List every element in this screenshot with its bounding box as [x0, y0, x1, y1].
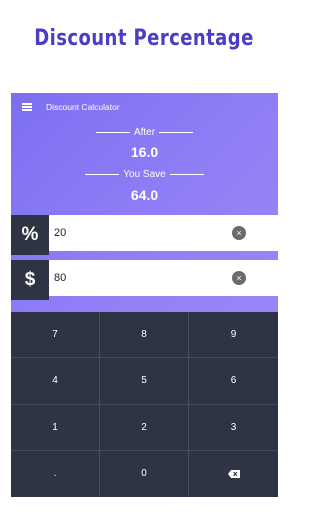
divider-line: [159, 132, 194, 133]
percent-icon: %: [11, 215, 49, 255]
key-4[interactable]: 4: [11, 358, 100, 405]
after-label-row: After: [11, 127, 278, 138]
divider-line: [85, 174, 120, 175]
price-field[interactable]: 80 ×: [49, 260, 278, 296]
backspace-icon: [227, 469, 240, 478]
divider-line: [169, 174, 204, 175]
key-decimal[interactable]: .: [11, 450, 100, 497]
key-9[interactable]: 9: [189, 312, 278, 359]
you-save-value: 64.0: [130, 187, 159, 203]
key-7[interactable]: 7: [11, 312, 100, 359]
divider-line: [95, 132, 130, 133]
results-panel: Discount Calculator After 16.0 You Save …: [11, 93, 278, 312]
key-2[interactable]: 2: [100, 404, 189, 451]
banner-title: Discount Percentage: [34, 26, 254, 51]
key-3[interactable]: 3: [189, 405, 278, 451]
key-0[interactable]: 0: [100, 450, 189, 497]
percent-field[interactable]: 20 ×: [49, 215, 278, 251]
clear-price-icon[interactable]: ×: [232, 271, 246, 285]
price-input-row: $ 80 ×: [11, 260, 278, 300]
key-8[interactable]: 8: [100, 312, 189, 359]
app-bar: Discount Calculator: [11, 93, 278, 121]
key-6[interactable]: 6: [189, 358, 278, 405]
percent-input[interactable]: 20: [54, 227, 66, 239]
key-5[interactable]: 5: [100, 358, 189, 405]
you-save-label: You Save: [123, 169, 166, 180]
after-label: After: [133, 127, 156, 138]
app-screen: Discount Calculator After 16.0 You Save …: [11, 93, 278, 497]
after-value: 16.0: [130, 144, 159, 160]
app-title: Discount Calculator: [46, 102, 120, 112]
key-1[interactable]: 1: [11, 404, 100, 451]
clear-percent-icon[interactable]: ×: [232, 226, 246, 240]
dollar-icon: $: [11, 260, 49, 300]
hamburger-menu-icon[interactable]: [22, 103, 32, 111]
key-backspace[interactable]: [189, 451, 278, 497]
keypad: 7 8 9 4 5 6 1 2 3 . 0: [11, 312, 278, 497]
save-label-row: You Save: [11, 169, 278, 180]
percent-input-row: % 20 ×: [11, 215, 278, 255]
price-input[interactable]: 80: [54, 272, 66, 284]
